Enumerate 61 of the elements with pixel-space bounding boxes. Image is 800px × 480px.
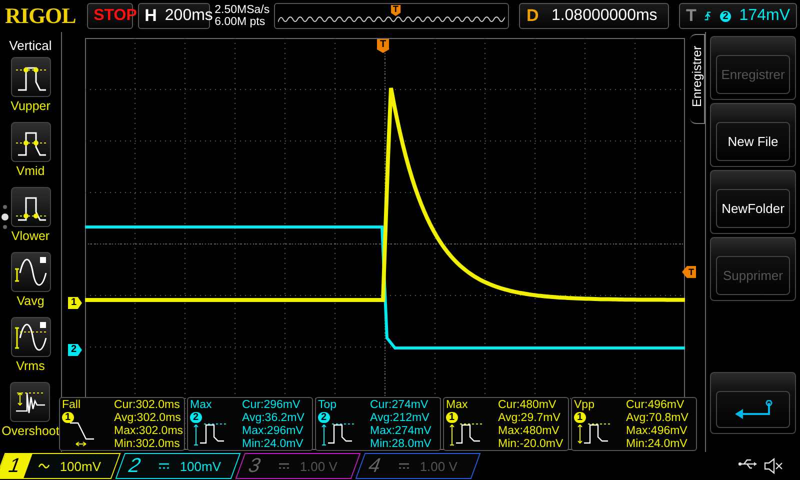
channel-tab[interactable]: 1 100mV [0,453,121,479]
delay-display: D 1.08000000ms [519,3,669,29]
measurement-value: Max:496mV [626,425,688,438]
measurement-value: Max:296mV [242,425,304,438]
menu-tab[interactable]: Enregistrer [690,34,705,124]
brand-logo: RIGOL [5,3,77,29]
channel-badge: 1 [574,412,586,423]
usb-icon [738,458,758,470]
measurement-value: Min:28.0mV [370,438,432,451]
measurement-name: Max [446,399,468,412]
trigger-source: 2 [720,10,732,22]
measurement-value: Avg:36.2mV [242,412,306,425]
page-indicator [1,204,9,230]
channel-badge: 2 [190,412,202,423]
channel-marker: 1 [68,297,82,309]
softkey-button[interactable]: New File [710,103,796,167]
memory-depth: 6.00M pts [214,16,266,28]
rising-edge-icon [704,9,712,23]
sample-rate: 2.50MSa/s [214,4,269,16]
measurement-name: Vpp [574,399,594,412]
dc-coupling-icon [158,462,170,470]
trigger-level-marker: T [682,266,696,278]
measurement-value: Cur:480mV [498,399,558,412]
trigger-position-marker: T [377,39,389,53]
dc-coupling-icon [398,462,410,470]
trigger-marker: T [390,5,401,16]
dc-coupling-icon [278,462,290,470]
measurement-value: Max:274mV [370,425,432,438]
measurement-value: Avg:212mV [370,412,430,425]
channel-tab[interactable]: 3 1.00 V [235,453,361,479]
measurement-value: Min:302.0ms [114,438,181,451]
channel-tab[interactable]: 4 1.00 V [355,453,481,479]
measurement-name: Top [318,399,337,412]
channel-marker: 2 [68,344,82,356]
channel-badge: 1 [446,412,458,423]
timebase-display: H 200ms [138,3,210,29]
measurement-value: Avg:70.8mV [626,412,690,425]
mute-icon [764,458,784,474]
measurement-value: Avg:29.7mV [498,412,562,425]
measurement-value: Cur:274mV [370,399,430,412]
measure-menu-item[interactable]: Overshoot [2,382,60,447]
ac-coupling-icon [38,462,50,470]
measurement-value: Min:-20.0mV [498,438,564,451]
menu-title: Vertical [9,38,52,53]
measurement-value: Max:480mV [498,425,560,438]
channel-badge: 1 [62,412,74,423]
measurement-value: Cur:496mV [626,399,686,412]
measurement-value: Cur:302.0ms [114,399,181,412]
measurement-name: Fall [62,399,81,412]
measurement-value: Cur:296mV [242,399,302,412]
measurement-value: Max:302.0ms [114,425,184,438]
measurement-value: Avg:302.0ms [114,412,182,425]
return-arrow-icon [733,400,773,420]
measurement-value: Min:24.0mV [242,438,304,451]
measurement-name: Max [190,399,212,412]
softkey-button[interactable]: NewFolder [710,170,796,234]
back-button[interactable] [710,372,796,434]
channel-badge: 2 [318,412,330,423]
channel-tab[interactable]: 2 100mV [115,453,241,479]
measurement-value: Min:24.0mV [626,438,688,451]
trigger-display: T 2 174mV [679,3,797,29]
